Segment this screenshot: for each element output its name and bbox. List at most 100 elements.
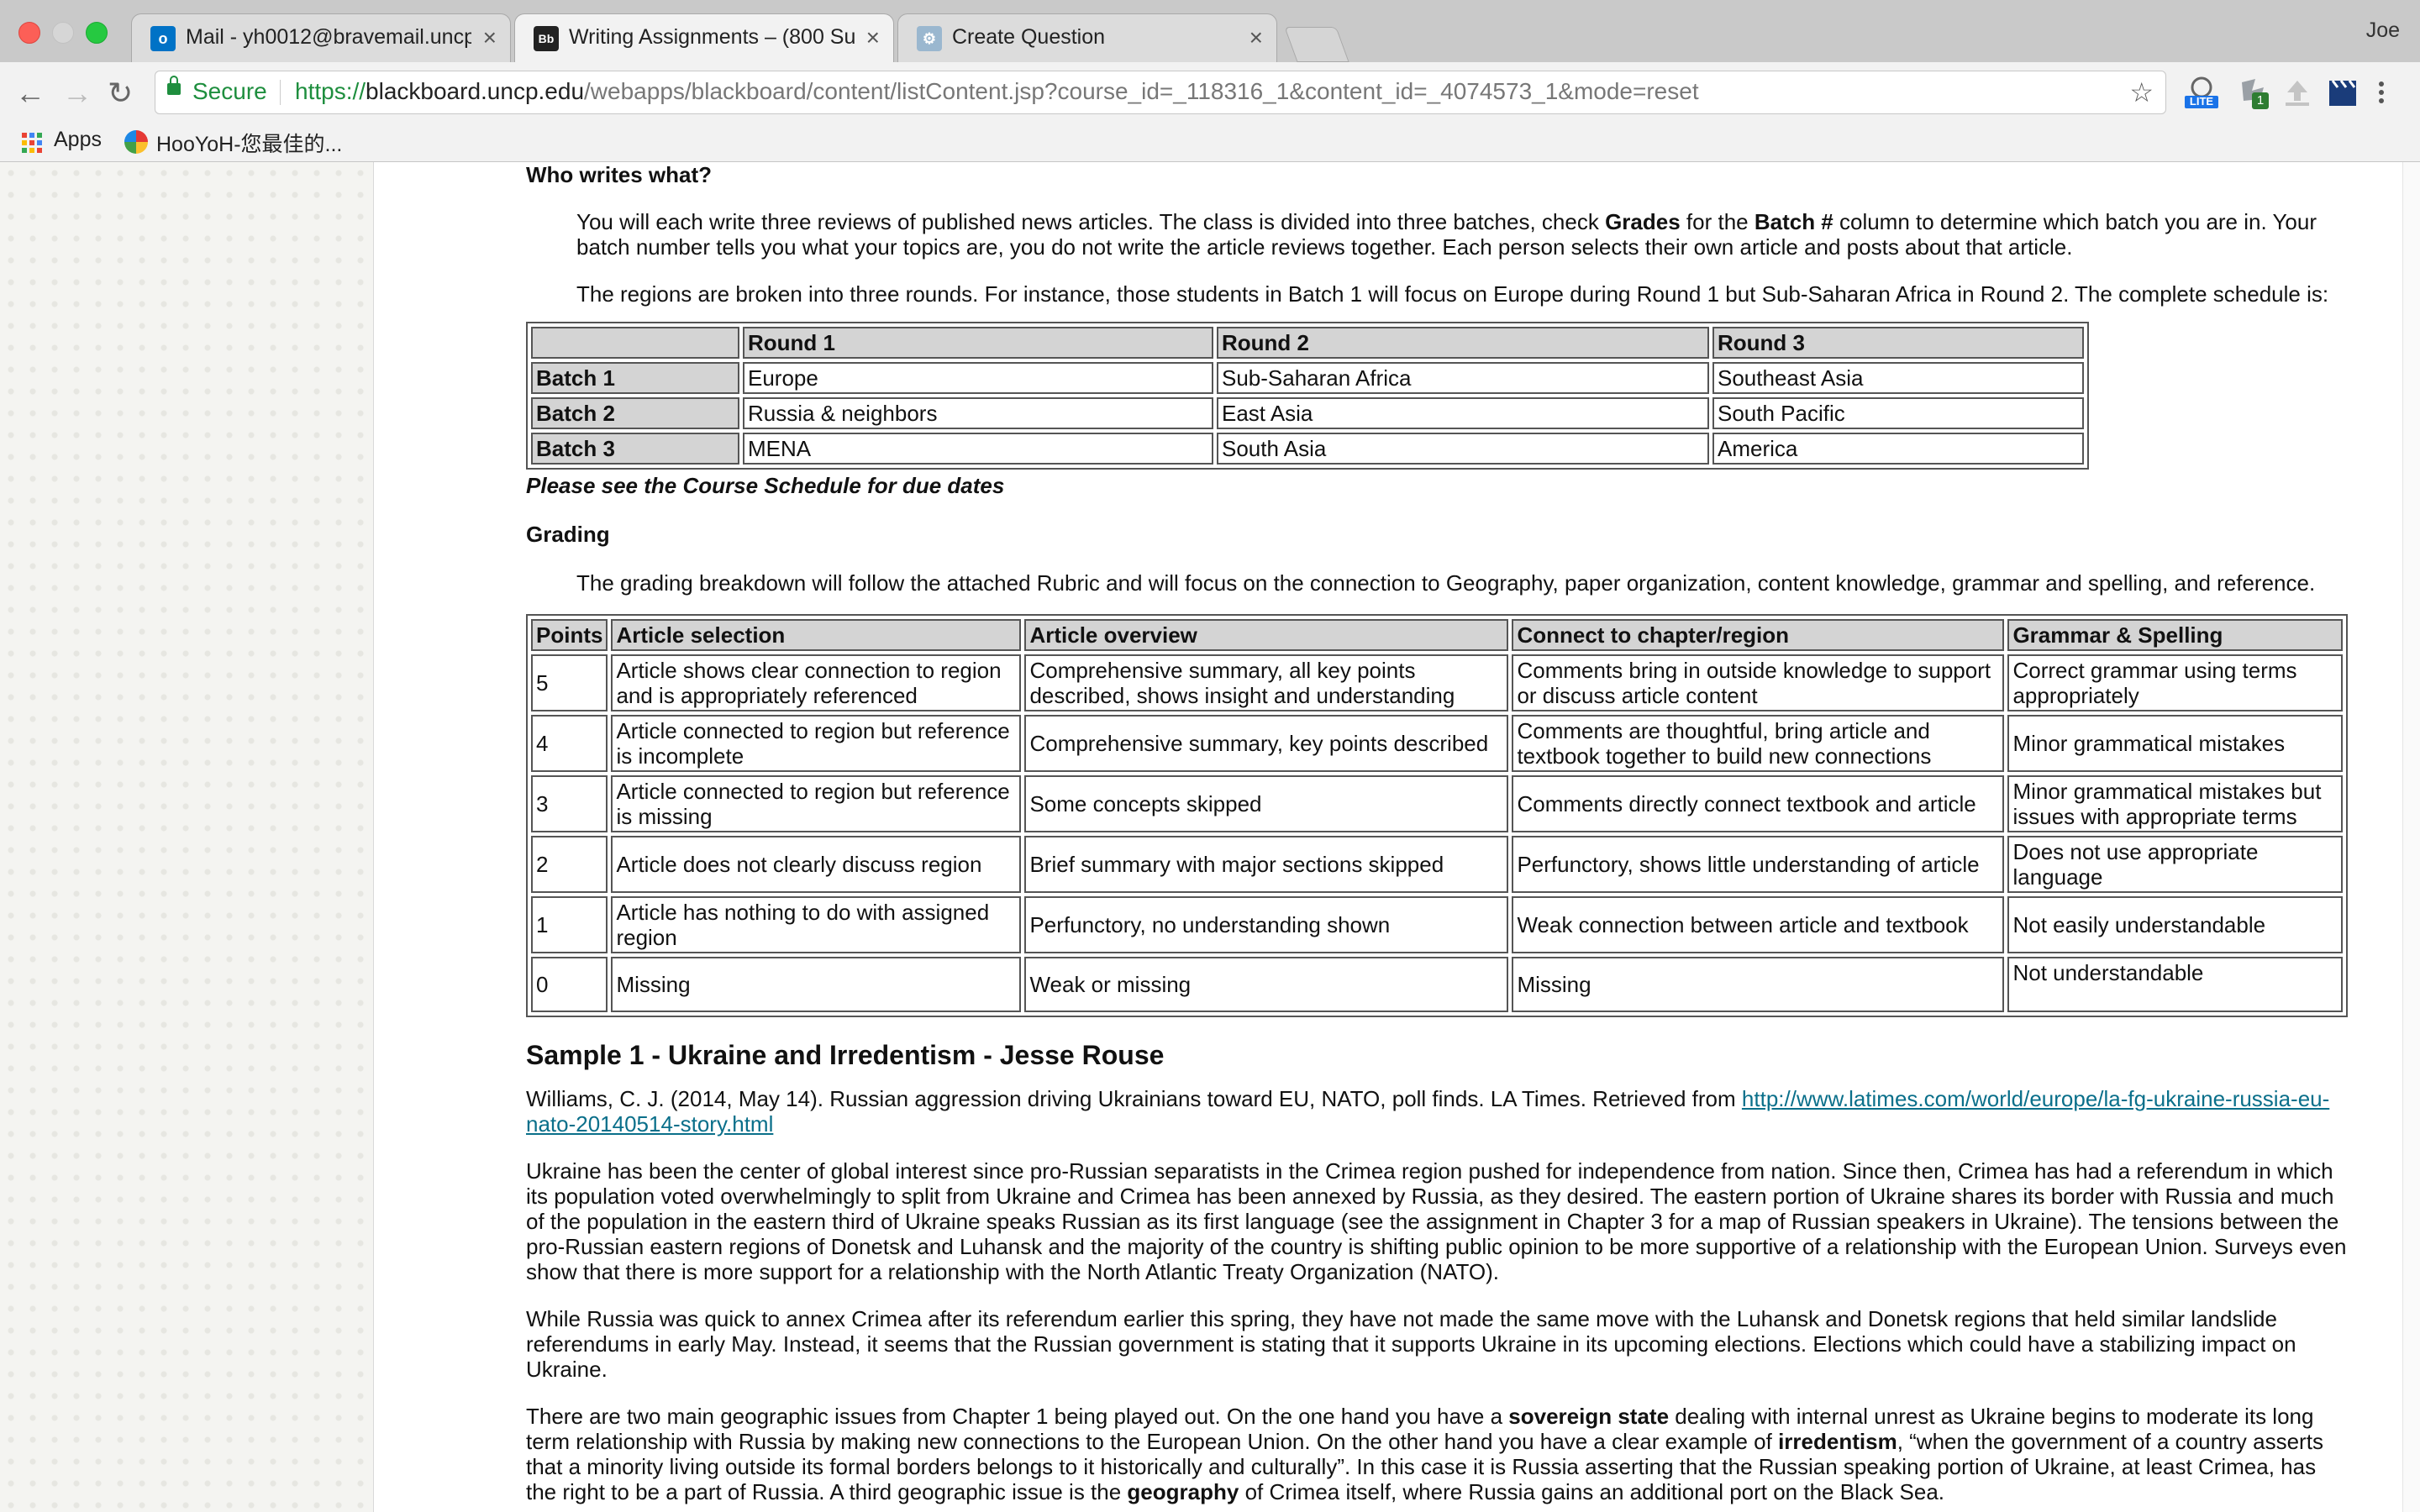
- profile-name[interactable]: Joe: [2366, 18, 2400, 43]
- rubric-row: 2 Article does not clearly discuss regio…: [531, 836, 2343, 893]
- rubric-cell: Article shows clear connection to region…: [611, 654, 1022, 711]
- rubric-header-cell: Connect to chapter/region: [1512, 619, 2005, 651]
- clapperboard-extension-icon[interactable]: [2324, 76, 2361, 109]
- rubric-row: 4 Article connected to region but refere…: [531, 715, 2343, 772]
- rubric-points-cell: 3: [531, 775, 608, 832]
- rubric-cell: Perfunctory, no understanding shown: [1024, 896, 1509, 953]
- outlook-icon: o: [150, 26, 176, 51]
- new-tab-button[interactable]: [1284, 27, 1349, 62]
- bold-irredentism: irredentism: [1778, 1429, 1897, 1454]
- schedule-header-cell: Round 3: [1712, 327, 2084, 359]
- rubric-header-row: Points Article selection Article overvie…: [531, 619, 2343, 651]
- tab-mail[interactable]: o Mail - yh0012@bravemail.uncp ×: [131, 13, 511, 62]
- tab-writing-assignments[interactable]: Bb Writing Assignments – (800 Su ×: [514, 13, 894, 62]
- bold-grades: Grades: [1605, 209, 1681, 234]
- page-viewport: Who writes what? You will each write thr…: [0, 162, 2420, 1512]
- bookmark-apps[interactable]: Apps: [54, 128, 102, 152]
- url-protocol: https://: [295, 78, 366, 104]
- schedule-cell: Russia & neighbors: [743, 397, 1213, 429]
- address-separator: [280, 80, 281, 105]
- text-span: You will each write three reviews of pub…: [576, 209, 1606, 234]
- text-span: of Crimea itself, where Russia gains an …: [1239, 1479, 1945, 1504]
- url-host: blackboard.uncp.edu: [366, 78, 585, 104]
- address-bar[interactable]: Secure https://blackboard.uncp.edu/webap…: [155, 71, 2166, 114]
- tab-title: Writing Assignments – (800 Su: [569, 25, 855, 49]
- upload-extension-icon[interactable]: [2279, 76, 2316, 109]
- schedule-header-row: Round 1 Round 2 Round 3: [531, 327, 2084, 359]
- who-paragraph-2: The regions are broken into three rounds…: [576, 281, 2329, 307]
- close-icon[interactable]: ×: [1249, 24, 1263, 51]
- rubric-cell: Comprehensive summary, all key points de…: [1024, 654, 1509, 711]
- text-span: There are two main geographic issues fro…: [526, 1404, 1509, 1429]
- apps-grid-icon[interactable]: [22, 133, 42, 153]
- rubric-points-cell: 5: [531, 654, 608, 711]
- article-content: Who writes what? You will each write thr…: [526, 162, 2349, 1504]
- rubric-header-cell: Article selection: [611, 619, 1022, 651]
- schedule-header-cell: Round 1: [743, 327, 1213, 359]
- window-minimize-button[interactable]: [52, 22, 74, 44]
- puzzle-extension-icon[interactable]: 1: [2235, 76, 2272, 109]
- rubric-row: 5 Article shows clear connection to regi…: [531, 654, 2343, 711]
- extension-badge: 1: [2252, 92, 2269, 109]
- lite-extension-icon[interactable]: LITE: [2183, 76, 2220, 109]
- schedule-cell: Sub-Saharan Africa: [1217, 362, 1709, 394]
- browser-toolbar: ← → ↻ Secure https://blackboard.uncp.edu…: [0, 62, 2420, 123]
- secure-label: Secure: [192, 78, 267, 104]
- rubric-cell: Minor grammatical mistakes but issues wi…: [2007, 775, 2343, 832]
- tab-create-question[interactable]: ⚙ Create Question ×: [897, 13, 1277, 62]
- rubric-table: Points Article selection Article overvie…: [526, 614, 2348, 1017]
- schedule-header-cell: Round 2: [1217, 327, 1709, 359]
- tab-strip: o Mail - yh0012@bravemail.uncp × Bb Writ…: [0, 0, 2420, 63]
- schedule-header-cell: [531, 327, 739, 359]
- rubric-points-cell: 0: [531, 957, 608, 1012]
- body-paragraph-3: There are two main geographic issues fro…: [526, 1404, 2349, 1504]
- bookmark-hooyoh[interactable]: HooYoH-您最佳的...: [156, 128, 342, 158]
- citation-paragraph: Williams, C. J. (2014, May 14). Russian …: [526, 1086, 2349, 1137]
- tab-title: Create Question: [952, 25, 1106, 49]
- schedule-row: Batch 1 Europe Sub-Saharan Africa Southe…: [531, 362, 2084, 394]
- rubric-cell: Some concepts skipped: [1024, 775, 1509, 832]
- reload-icon[interactable]: ↻: [108, 76, 133, 111]
- schedule-cell: Europe: [743, 362, 1213, 394]
- body-paragraph-1: Ukraine has been the center of global in…: [526, 1158, 2347, 1284]
- rubric-row: 1 Article has nothing to do with assigne…: [531, 896, 2343, 953]
- rubric-cell: Comments directly connect textbook and a…: [1512, 775, 2005, 832]
- scrollbar-track[interactable]: [2402, 162, 2420, 1512]
- schedule-row: Batch 2 Russia & neighbors East Asia Sou…: [531, 397, 2084, 429]
- rubric-cell: Missing: [1512, 957, 2005, 1012]
- rubric-cell: Not easily understandable: [2007, 896, 2343, 953]
- rubric-cell: Article connected to region but referenc…: [611, 775, 1022, 832]
- sample-heading: Sample 1 - Ukraine and Irredentism - Jes…: [526, 1040, 1165, 1070]
- rubric-header-cell: Grammar & Spelling: [2007, 619, 2343, 651]
- rubric-cell: Minor grammatical mistakes: [2007, 715, 2343, 772]
- schedule-cell: East Asia: [1217, 397, 1709, 429]
- window-close-button[interactable]: [18, 22, 40, 44]
- rubric-points-cell: 1: [531, 896, 608, 953]
- url-path: /webapps/blackboard/content/listContent.…: [584, 78, 1699, 104]
- rubric-cell: Article has nothing to do with assigned …: [611, 896, 1022, 953]
- window-zoom-button[interactable]: [86, 22, 108, 44]
- bold-batch: Batch #: [1754, 209, 1833, 234]
- rubric-cell: Comments are thoughtful, bring article a…: [1512, 715, 2005, 772]
- bookmark-star-icon[interactable]: ☆: [2129, 76, 2154, 108]
- url-text[interactable]: https://blackboard.uncp.edu/webapps/blac…: [295, 78, 1699, 105]
- forward-arrow-icon[interactable]: →: [62, 76, 92, 111]
- bookmarks-bar: Apps HooYoH-您最佳的...: [0, 123, 2420, 162]
- lite-label: LITE: [2189, 95, 2214, 108]
- blackboard-icon: Bb: [534, 26, 559, 51]
- tab-title: Mail - yh0012@bravemail.uncp: [186, 25, 471, 49]
- menu-dots-icon[interactable]: [2373, 76, 2390, 109]
- schedule-cell: Southeast Asia: [1712, 362, 2084, 394]
- close-icon[interactable]: ×: [483, 24, 497, 51]
- close-icon[interactable]: ×: [866, 24, 880, 51]
- rubric-points-cell: 2: [531, 836, 608, 893]
- schedule-batch-cell: Batch 1: [531, 362, 739, 394]
- citation-text: Williams, C. J. (2014, May 14). Russian …: [526, 1086, 1742, 1111]
- schedule-cell: America: [1712, 433, 2084, 465]
- rubric-cell: Brief summary with major sections skippe…: [1024, 836, 1509, 893]
- lock-icon: [167, 76, 181, 95]
- schedule-table: Round 1 Round 2 Round 3 Batch 1 Europe S…: [526, 322, 2089, 470]
- grading-paragraph: The grading breakdown will follow the at…: [576, 570, 2316, 596]
- rubric-cell: Correct grammar using terms appropriatel…: [2007, 654, 2343, 711]
- back-arrow-icon[interactable]: ←: [15, 76, 45, 111]
